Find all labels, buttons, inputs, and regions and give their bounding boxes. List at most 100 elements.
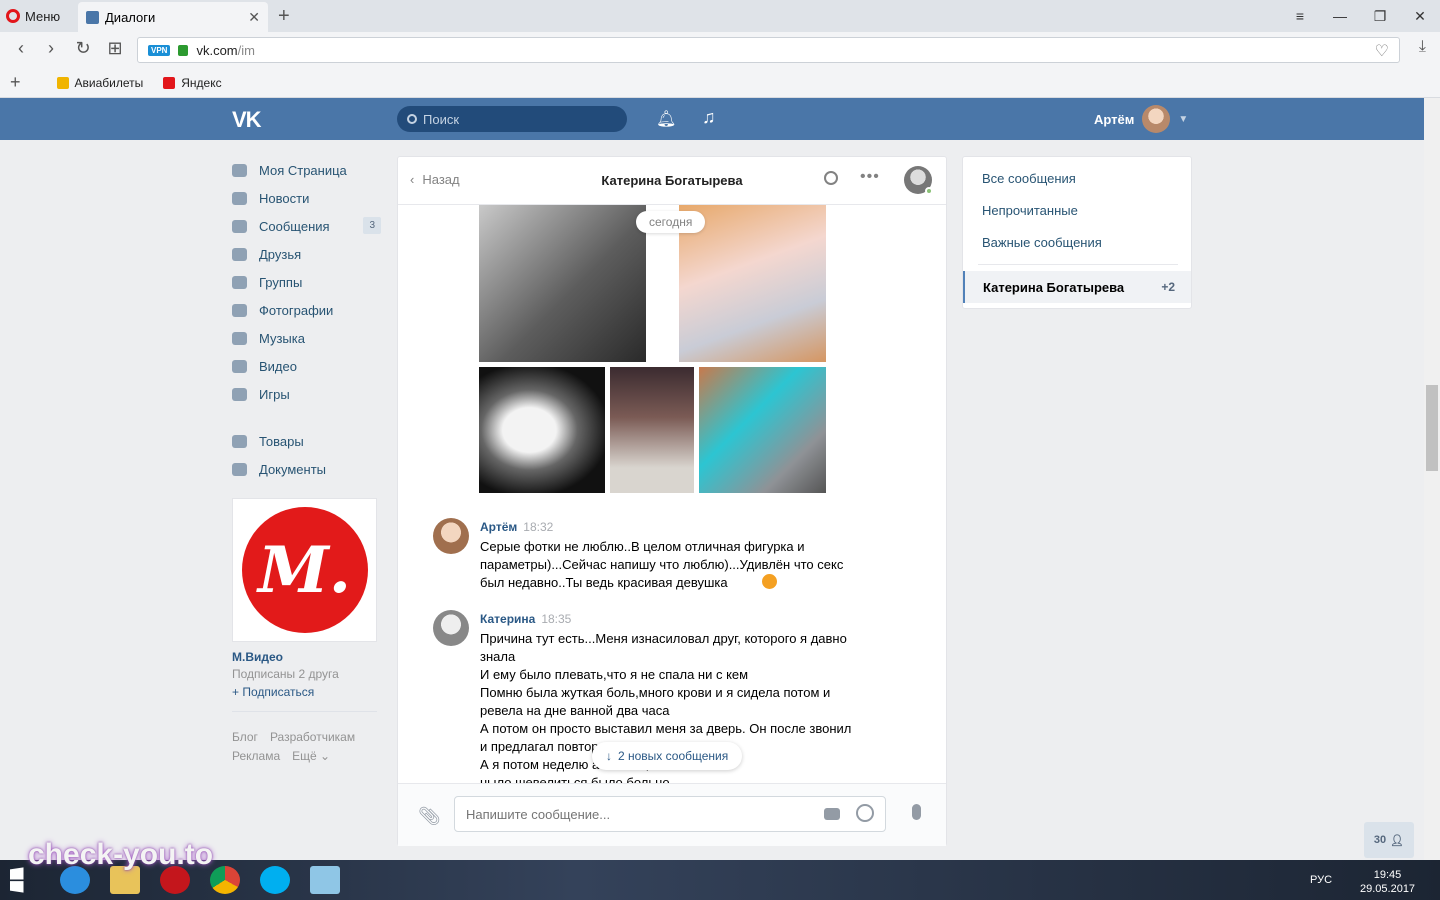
subscribe-link[interactable]: + Подписаться — [232, 685, 314, 699]
message-meta: Катерина 18:35 — [480, 612, 571, 626]
photo-attachment[interactable] — [479, 205, 646, 362]
menu-item-video[interactable]: Видео — [232, 352, 382, 380]
menu-item-news[interactable]: Новости — [232, 184, 382, 212]
photo-attachment[interactable] — [699, 367, 826, 493]
online-friends-button[interactable]: 30 👤︎ — [1364, 822, 1414, 858]
smile-icon[interactable] — [856, 804, 874, 822]
chat-history[interactable]: сегодня Артём 18:32 Серые фотки не люблю.… — [398, 205, 946, 783]
avatar[interactable] — [433, 610, 469, 646]
gamepad-icon — [232, 387, 247, 401]
groups-icon — [232, 275, 247, 289]
chrome-icon[interactable] — [210, 866, 240, 894]
new-messages-button[interactable]: ↓ 2 новых сообщения — [592, 742, 743, 770]
attach-icon[interactable]: 📎︎ — [418, 806, 441, 827]
language-indicator[interactable]: РУС — [1310, 874, 1332, 886]
message-author[interactable]: Артём — [480, 520, 517, 534]
scroll-thumb[interactable] — [1426, 385, 1438, 471]
user-menu[interactable]: Артём ▼ — [1094, 105, 1188, 133]
notepad-icon[interactable] — [310, 866, 340, 894]
active-dialog-count: +2 — [1161, 280, 1175, 294]
message-time: 18:32 — [523, 520, 554, 534]
url-text: vk.com/im — [196, 42, 255, 58]
bookmark-aviabilety[interactable]: Авиабилеты — [56, 76, 143, 90]
menu-item-friends[interactable]: Друзья — [232, 240, 382, 268]
filter-important[interactable]: Важные сообщения — [982, 235, 1102, 250]
page-scrollbar[interactable] — [1424, 98, 1440, 860]
windows-taskbar: РУС 19:45 29.05.2017 — [0, 860, 1440, 900]
menu-item-messages[interactable]: Сообщения 3 — [232, 212, 382, 240]
filter-unread[interactable]: Непрочитанные — [982, 203, 1078, 218]
browser-tab[interactable]: Диалоги ✕ — [78, 2, 268, 32]
active-dialog-item[interactable]: Катерина Богатырева +2 — [963, 271, 1191, 303]
footer-link-blog[interactable]: Блог — [232, 730, 258, 744]
reload-icon[interactable]: ↻ — [72, 38, 94, 59]
avatar[interactable] — [433, 518, 469, 554]
url-field[interactable]: VPN vk.com/im ♡ — [137, 37, 1400, 63]
clock[interactable]: 19:45 29.05.2017 — [1360, 868, 1415, 896]
tab-close-icon[interactable]: ✕ — [248, 9, 260, 26]
download-icon[interactable]: ⤓ — [1419, 38, 1426, 56]
opera-menu-button[interactable]: Меню — [6, 6, 60, 26]
photo-attachment[interactable] — [610, 367, 694, 493]
left-menu: Моя Страница Новости Сообщения 3 Друзья Г… — [232, 156, 382, 483]
restore-icon[interactable]: ❐ — [1360, 0, 1400, 32]
message-meta: Артём 18:32 — [480, 520, 553, 534]
filter-all-messages[interactable]: Все сообщения — [982, 171, 1076, 186]
menu-item-goods[interactable]: Товары — [232, 427, 382, 455]
bookmark-heart-icon[interactable]: ♡ — [1375, 41, 1389, 61]
message-input[interactable] — [454, 796, 886, 832]
bell-icon[interactable]: 🔔︎ — [656, 109, 676, 129]
more-icon[interactable]: ••• — [860, 168, 880, 186]
menu-item-music[interactable]: Музыка — [232, 324, 382, 352]
online-indicator — [925, 187, 933, 195]
menu-item-my-page[interactable]: Моя Страница — [232, 156, 382, 184]
menu-item-groups[interactable]: Группы — [232, 268, 382, 296]
message-author[interactable]: Катерина — [480, 612, 535, 626]
bag-icon — [232, 434, 247, 448]
lock-icon[interactable] — [178, 44, 189, 56]
browser-tab-bar: Меню Диалоги ✕ + ≡ — ❐ ✕ — [0, 0, 1440, 32]
speed-dial-icon[interactable]: ⊞ — [104, 38, 126, 59]
menu-item-documents[interactable]: Документы — [232, 455, 382, 483]
add-bookmark-icon[interactable]: + — [10, 72, 21, 93]
promo-card[interactable]: М. — [232, 498, 377, 642]
menu-separator — [232, 408, 382, 427]
messages-icon — [232, 219, 247, 233]
watermark: check-you.to — [28, 838, 214, 871]
footer-link-ads[interactable]: Реклама — [232, 749, 280, 763]
bookmark-yandex[interactable]: Яндекс — [163, 76, 222, 90]
footer-link-developers[interactable]: Разработчикам — [270, 730, 355, 744]
close-window-icon[interactable]: ✕ — [1400, 0, 1440, 32]
arrow-down-icon: ↓ — [606, 749, 612, 763]
footer-link-more[interactable]: Ещё ⌄ — [292, 749, 330, 763]
user-icon: 👤︎ — [1390, 834, 1405, 847]
vk-favicon-icon — [86, 10, 99, 24]
forward-icon[interactable]: › — [40, 38, 62, 59]
chat-search-icon[interactable] — [824, 171, 838, 185]
search-input[interactable]: Поиск — [397, 106, 627, 132]
back-icon[interactable]: ‹ — [10, 38, 32, 59]
divider — [232, 711, 377, 712]
promo-name[interactable]: М.Видео — [232, 650, 283, 664]
opera-menu-label: Меню — [25, 8, 61, 24]
footer-links: Блог Разработчикам Реклама Ещё ⌄ — [232, 728, 382, 766]
menu-item-games[interactable]: Игры — [232, 380, 382, 408]
news-icon — [232, 191, 247, 205]
new-tab-button[interactable]: + — [278, 5, 290, 28]
tab-menu-icon[interactable]: ≡ — [1280, 0, 1320, 32]
clock-time: 19:45 — [1373, 869, 1402, 881]
vpn-badge[interactable]: VPN — [148, 44, 171, 56]
heart-eyes-emoji-icon — [762, 574, 777, 589]
yandex-icon — [163, 76, 176, 89]
skype-icon[interactable] — [260, 866, 290, 894]
music-icon[interactable]: ♫ — [702, 107, 716, 128]
menu-item-photos[interactable]: Фотографии — [232, 296, 382, 324]
window-controls: ≡ — ❐ ✕ — [1280, 0, 1440, 32]
minimize-icon[interactable]: — — [1320, 0, 1360, 32]
photo-attachment[interactable] — [479, 367, 605, 493]
camera-icon[interactable] — [824, 808, 840, 820]
vk-logo[interactable]: VK — [232, 107, 262, 133]
microphone-icon[interactable] — [912, 804, 921, 820]
opera-logo-icon — [6, 9, 20, 23]
tab-title: Диалоги — [105, 9, 156, 25]
